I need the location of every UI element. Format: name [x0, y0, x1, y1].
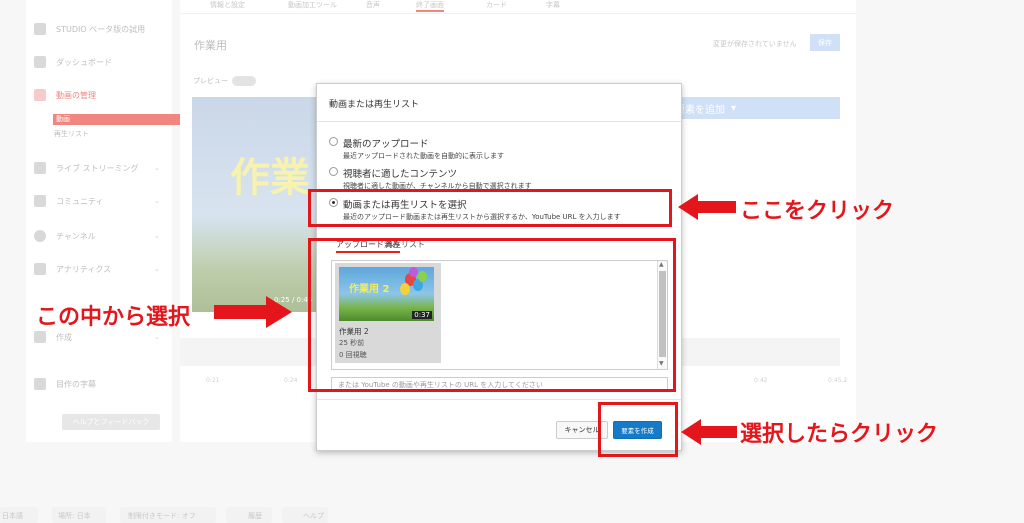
arrow-left-icon [681, 419, 737, 445]
option-description: 最近アップロードされた動画を自動的に表示します [343, 152, 504, 160]
radio-button[interactable] [329, 167, 338, 176]
divider [317, 399, 681, 400]
highlight-box-create [598, 402, 678, 457]
highlight-box-option [308, 189, 672, 227]
option-label: 最新のアップロード [343, 139, 429, 150]
divider [317, 121, 681, 122]
option-label: 視聴者に適したコンテンツ [343, 169, 458, 180]
radio-button[interactable] [329, 137, 338, 146]
annotation-click-after-select: 選択したらクリック [740, 422, 939, 447]
annotation-click-here: ここをクリック [740, 199, 895, 224]
arrow-left-icon [678, 194, 736, 220]
highlight-box-picker [308, 238, 676, 392]
annotation-select-inside: この中から選択 [36, 305, 191, 330]
arrow-right-icon [214, 296, 292, 328]
dialog-title: 動画または再生リスト [329, 100, 420, 110]
